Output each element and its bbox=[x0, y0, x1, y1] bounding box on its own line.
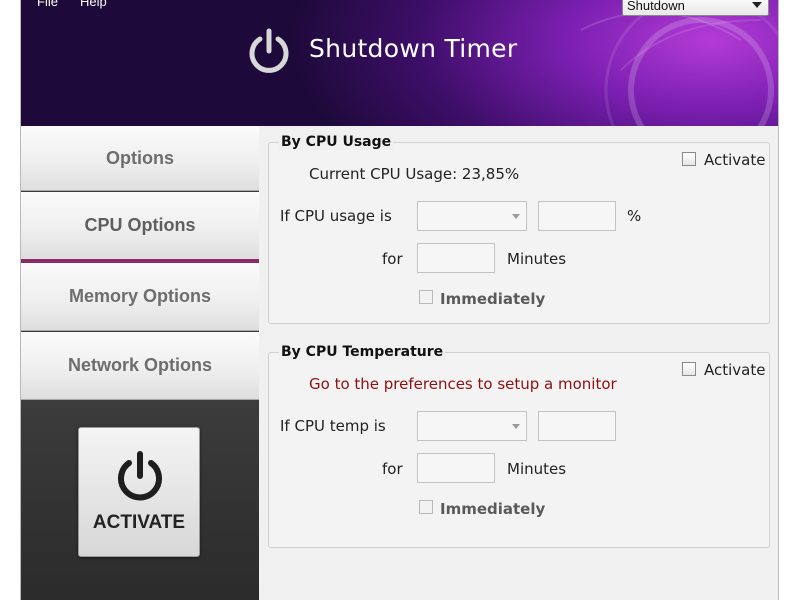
activate-panel: ACTIVATE bbox=[21, 400, 259, 600]
app-title: Shutdown Timer bbox=[309, 34, 518, 63]
sidebar-item-label: Memory Options bbox=[68, 286, 211, 306]
cpu-usage-percent-input[interactable] bbox=[538, 201, 616, 231]
sidebar-item-label: Options bbox=[106, 147, 174, 168]
cpu-temperature-group: By CPU Temperature Activate Go to the pr… bbox=[268, 344, 770, 548]
cpu-usage-condition-label: If CPU usage is bbox=[280, 207, 392, 225]
cpu-temp-minutes-input[interactable] bbox=[417, 453, 495, 483]
power-icon bbox=[249, 28, 289, 73]
window-border-right bbox=[778, 0, 800, 600]
for-label: for bbox=[382, 460, 403, 478]
cpu-usage-comparator-select[interactable] bbox=[417, 201, 527, 231]
cpu-temp-value-input[interactable] bbox=[538, 411, 616, 441]
activate-button-label: ACTIVATE bbox=[92, 512, 186, 533]
sidebar-item-options[interactable]: Options bbox=[21, 126, 259, 191]
app-window: File Help Shutdown Timer Shutdown Option… bbox=[0, 0, 800, 600]
sidebar-item-cpu-options[interactable]: CPU Options bbox=[21, 192, 259, 263]
cpu-temp-comparator-select[interactable] bbox=[417, 411, 527, 441]
sidebar-item-network-options[interactable]: Network Options bbox=[21, 332, 259, 400]
cpu-temp-activate-label: Activate bbox=[704, 361, 766, 379]
chevron-down-icon bbox=[752, 2, 762, 8]
shutdown-mode-select[interactable]: Shutdown bbox=[622, 0, 769, 16]
sidebar-item-memory-options[interactable]: Memory Options bbox=[21, 263, 259, 331]
cpu-temp-immediately-checkbox[interactable] bbox=[419, 500, 433, 514]
activate-button[interactable]: ACTIVATE bbox=[78, 427, 200, 557]
menu-help[interactable]: Help bbox=[80, 0, 107, 9]
current-cpu-usage-text: Current CPU Usage: 23,85% bbox=[309, 165, 520, 183]
cpu-temp-condition-label: If CPU temp is bbox=[280, 417, 386, 435]
shutdown-mode-value: Shutdown bbox=[627, 0, 685, 13]
cpu-temp-activate-checkbox[interactable] bbox=[682, 362, 696, 376]
minutes-label: Minutes bbox=[507, 460, 567, 478]
cpu-usage-immediately-checkbox[interactable] bbox=[419, 290, 433, 304]
for-label: for bbox=[382, 250, 403, 268]
chevron-down-icon bbox=[512, 424, 520, 429]
percent-unit-label: % bbox=[627, 207, 642, 225]
minutes-label: Minutes bbox=[507, 250, 567, 268]
cpu-usage-minutes-input[interactable] bbox=[417, 243, 495, 273]
sidebar: Options CPU Options Memory Options Netwo… bbox=[21, 126, 259, 600]
monitor-setup-notice: Go to the preferences to setup a monitor bbox=[309, 375, 617, 393]
menu-file[interactable]: File bbox=[37, 0, 58, 9]
cpu-usage-activate-checkbox[interactable] bbox=[682, 152, 696, 166]
group-title: By CPU Usage bbox=[279, 134, 394, 150]
header-banner: File Help Shutdown Timer Shutdown bbox=[21, 0, 779, 126]
window-border-left bbox=[0, 0, 21, 600]
sidebar-item-label: CPU Options bbox=[84, 215, 196, 235]
power-icon bbox=[118, 451, 162, 501]
menu-bar: File Help bbox=[37, 0, 107, 9]
chevron-down-icon bbox=[512, 214, 520, 219]
main-content: By CPU Usage Activate Current CPU Usage:… bbox=[259, 126, 779, 600]
cpu-usage-activate-label: Activate bbox=[704, 151, 766, 169]
immediately-label: Immediately bbox=[440, 290, 546, 308]
sidebar-item-label: Network Options bbox=[67, 355, 212, 375]
group-title: By CPU Temperature bbox=[279, 344, 446, 360]
header-swirl-decoration bbox=[580, 0, 779, 126]
immediately-label: Immediately bbox=[440, 500, 546, 518]
cpu-usage-group: By CPU Usage Activate Current CPU Usage:… bbox=[268, 134, 770, 324]
